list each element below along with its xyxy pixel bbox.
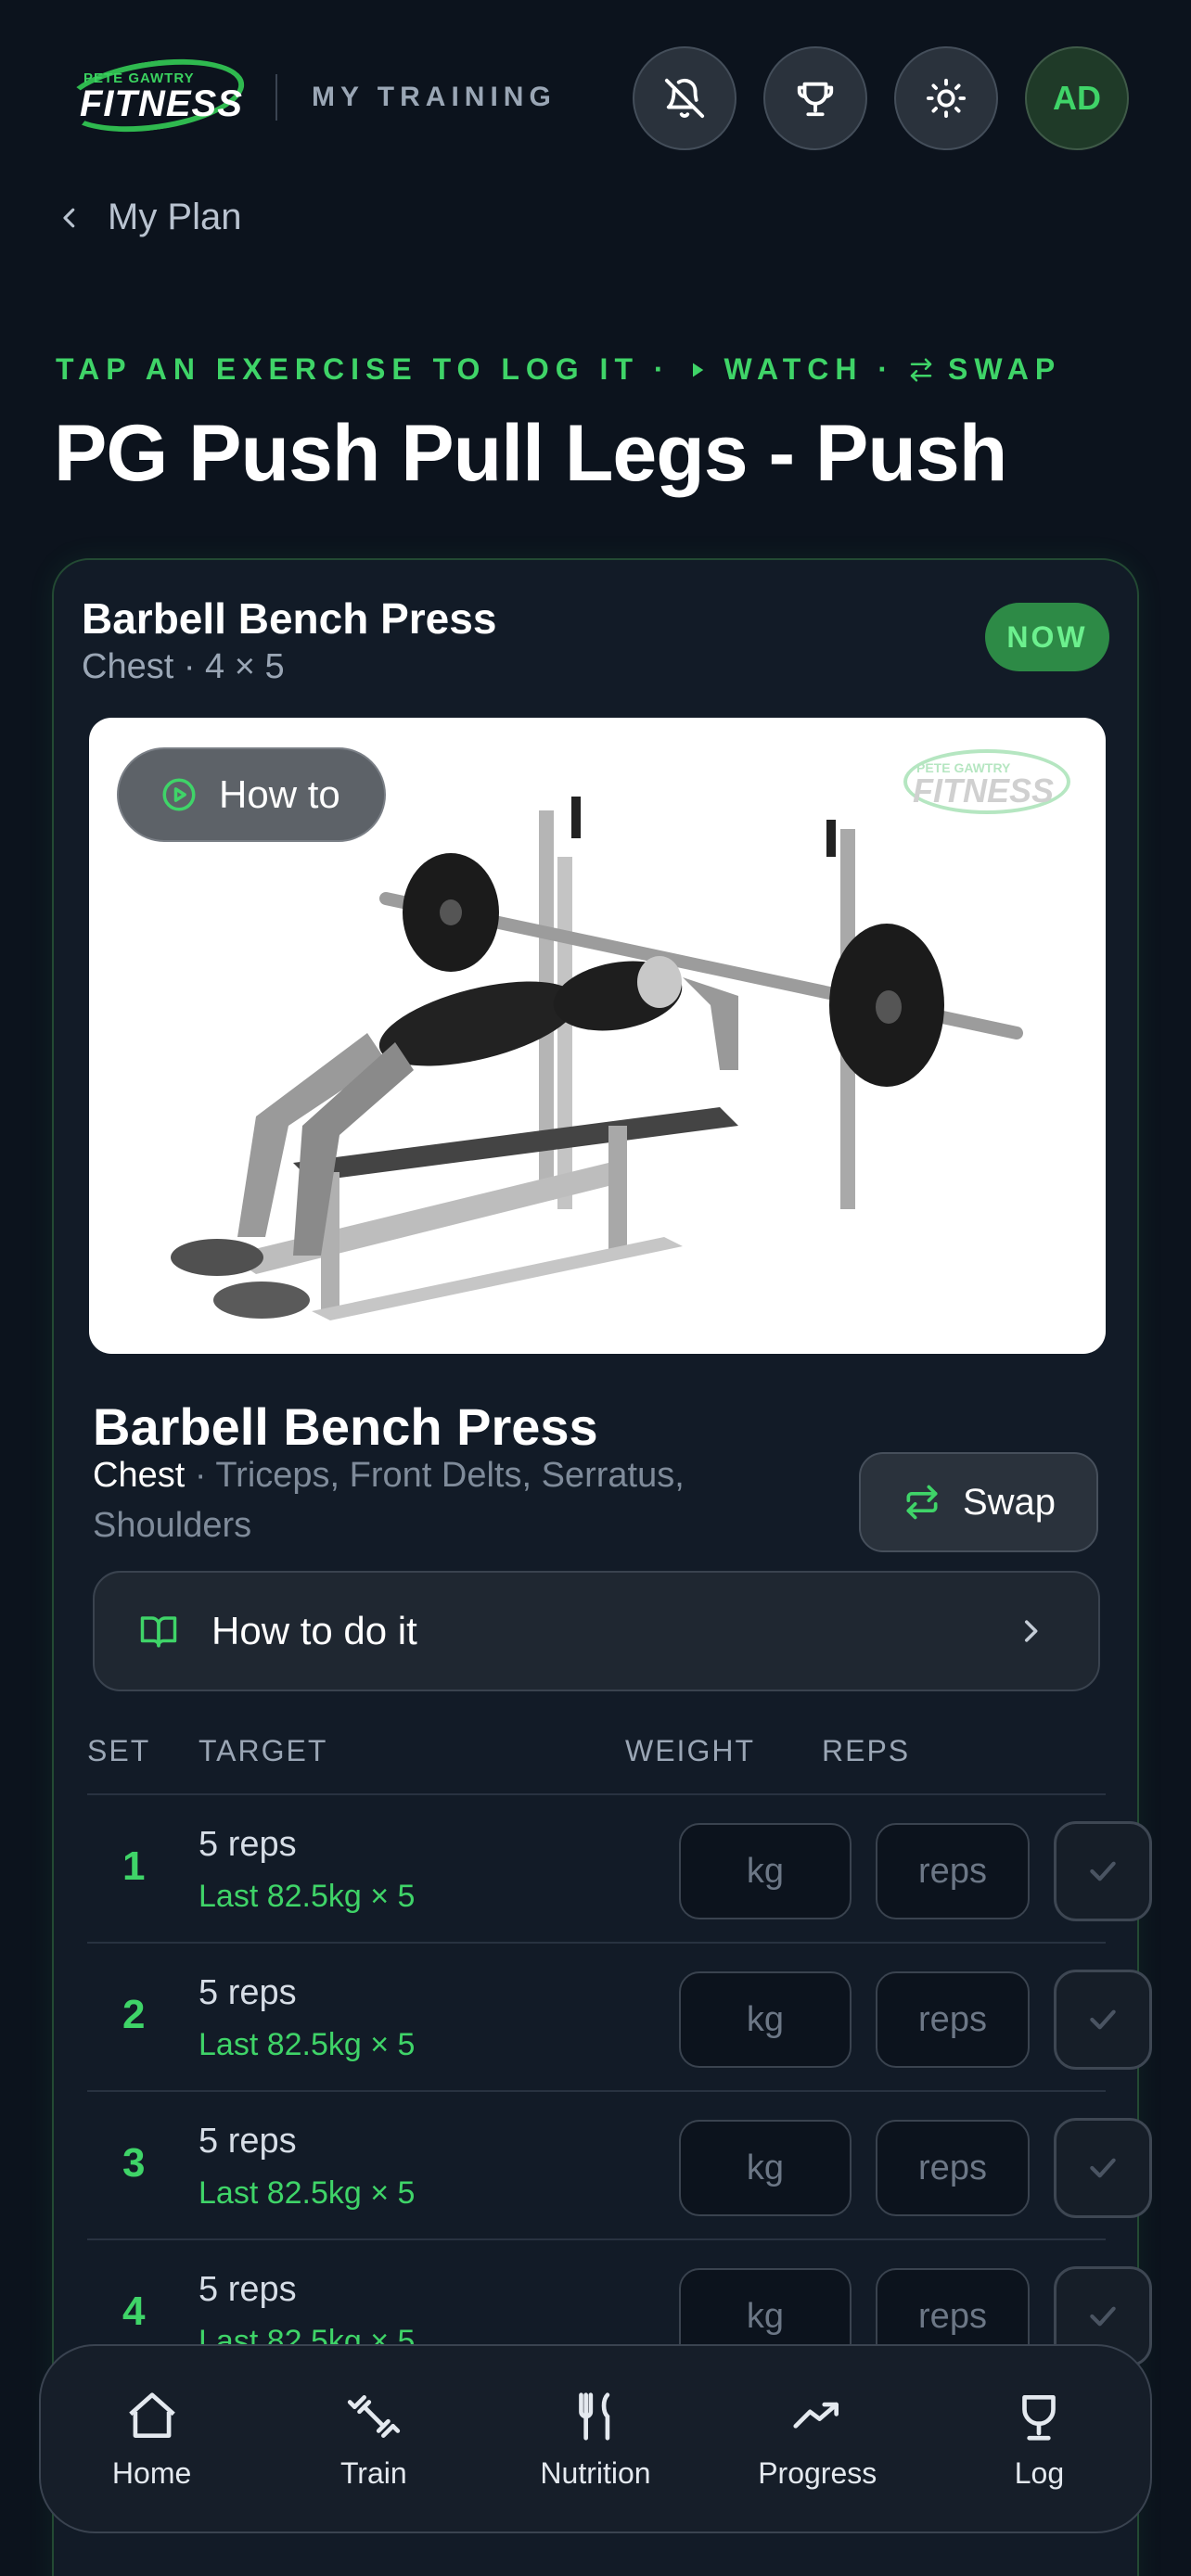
how-to-label: How to — [219, 772, 340, 816]
swap-icon — [906, 1485, 938, 1520]
theme-toggle-button[interactable] — [894, 46, 998, 150]
weight-input[interactable]: kg — [679, 1823, 852, 1919]
set-number: 2 — [122, 1992, 146, 2037]
complete-set-button[interactable] — [1054, 1970, 1152, 2070]
check-icon — [1090, 2306, 1116, 2327]
fork-knife-icon — [579, 2391, 610, 2441]
watermark-logo: PETE GAWTRY FITNESS — [903, 749, 1070, 814]
set-number: 4 — [122, 2289, 146, 2334]
nav-item-log[interactable]: Log — [928, 2346, 1150, 2531]
user-avatar[interactable]: AD — [1025, 46, 1129, 150]
watermark-big: FITNESS — [913, 772, 1055, 810]
chevron-right-icon — [1024, 1620, 1038, 1642]
nav-item-nutrition[interactable]: Nutrition — [484, 2346, 706, 2531]
swap-button[interactable]: Swap — [859, 1452, 1098, 1552]
set-target: 5 reps — [198, 2122, 297, 2161]
hint-lead: TAP AN EXERCISE TO LOG IT · — [56, 352, 671, 386]
col-header-set: SET — [87, 1734, 151, 1767]
reps-input[interactable]: reps — [876, 2120, 1030, 2216]
home-icon — [128, 2391, 175, 2438]
reps-input[interactable]: reps — [876, 1971, 1030, 2068]
nav-item-train[interactable]: Train — [263, 2346, 484, 2531]
hint-watch: WATCH · — [724, 352, 895, 386]
col-header-weight: WEIGHT — [625, 1734, 755, 1767]
primary-muscle: Chest — [93, 1456, 186, 1495]
nav-label: Progress — [758, 2455, 877, 2490]
swap-icon — [910, 358, 932, 381]
dumbbell-icon — [347, 2394, 400, 2438]
col-header-target: TARGET — [198, 1734, 328, 1767]
check-icon — [1090, 1861, 1116, 1881]
chevron-left-icon — [63, 208, 75, 227]
card-title: Barbell Bench Press — [82, 594, 497, 643]
set-last: Last 82.5kg × 5 — [198, 1879, 416, 1914]
header-divider — [275, 74, 277, 121]
set-number: 3 — [122, 2140, 146, 2186]
set-row: 3 5 reps Last 82.5kg × 5 kg reps — [87, 2090, 1152, 2238]
bell-off-icon — [664, 78, 705, 119]
set-target: 5 reps — [198, 1973, 297, 2012]
how-to-video-button[interactable]: How to — [117, 747, 386, 842]
set-number: 1 — [122, 1843, 146, 1889]
how-to-do-it-label: How to do it — [211, 1609, 417, 1652]
trophy-icon — [797, 82, 834, 117]
reps-input[interactable]: reps — [876, 1823, 1030, 1919]
hint-swap: SWAP — [948, 352, 1062, 386]
nav-label: Nutrition — [540, 2455, 651, 2490]
set-row: 2 5 reps Last 82.5kg × 5 kg reps — [87, 1942, 1152, 2090]
logo-big-text: FITNESS — [80, 83, 243, 124]
check-icon — [1090, 2009, 1116, 2030]
set-row: 1 5 reps Last 82.5kg × 5 kg reps — [87, 1793, 1152, 1942]
play-circle-icon — [162, 778, 196, 811]
bottom-nav: Home Train Nutrition Progress Log — [39, 2344, 1152, 2533]
now-badge: NOW — [985, 603, 1109, 671]
set-target: 5 reps — [198, 1825, 297, 1864]
brand-logo[interactable]: PETE GAWTRY FITNESS — [58, 48, 250, 143]
book-open-icon — [140, 1616, 177, 1648]
exercise-illustration: How to PETE GAWTRY FITNESS — [89, 718, 1106, 1354]
nav-item-home[interactable]: Home — [41, 2346, 263, 2531]
card-subtitle: Chest · 4 × 5 — [82, 647, 285, 686]
weight-input[interactable]: kg — [679, 1971, 852, 2068]
set-last: Last 82.5kg × 5 — [198, 2027, 416, 2062]
notifications-off-button[interactable] — [633, 46, 736, 150]
app-header: PETE GAWTRY FITNESS MY TRAINING AD — [0, 0, 1191, 185]
muscle-groups: Chest · Triceps, Front Delts, Serratus, … — [93, 1450, 798, 1550]
col-header-reps: REPS — [822, 1734, 911, 1767]
nav-label: Log — [1014, 2455, 1065, 2490]
how-to-do-it-button[interactable]: How to do it — [93, 1571, 1100, 1691]
back-label: My Plan — [108, 197, 242, 237]
exercise-card[interactable]: Barbell Bench Press Chest · 4 × 5 NOW Ho… — [52, 558, 1152, 2576]
back-link[interactable]: My Plan — [56, 197, 242, 238]
exercise-name: Barbell Bench Press — [93, 1397, 598, 1456]
section-label: MY TRAINING — [312, 82, 557, 112]
sun-icon — [926, 78, 967, 119]
trophy-icon — [1022, 2394, 1057, 2441]
swap-label: Swap — [962, 1481, 1057, 1523]
set-last: Last 82.5kg × 5 — [198, 2175, 416, 2211]
set-target: 5 reps — [198, 2270, 297, 2309]
nav-label: Train — [339, 2455, 407, 2490]
page-title: PG Push Pull Legs - Push — [54, 409, 1007, 498]
weight-input[interactable]: kg — [679, 2120, 852, 2216]
nav-item-progress[interactable]: Progress — [707, 2346, 928, 2531]
achievements-button[interactable] — [763, 46, 867, 150]
complete-set-button[interactable] — [1054, 2118, 1152, 2218]
instruction-hint: TAP AN EXERCISE TO LOG IT · WATCH · SWAP — [56, 352, 1061, 387]
complete-set-button[interactable] — [1054, 1821, 1152, 1921]
play-icon — [692, 363, 703, 376]
trend-icon — [793, 2402, 839, 2429]
check-icon — [1090, 2158, 1116, 2178]
nav-label: Home — [111, 2455, 192, 2490]
